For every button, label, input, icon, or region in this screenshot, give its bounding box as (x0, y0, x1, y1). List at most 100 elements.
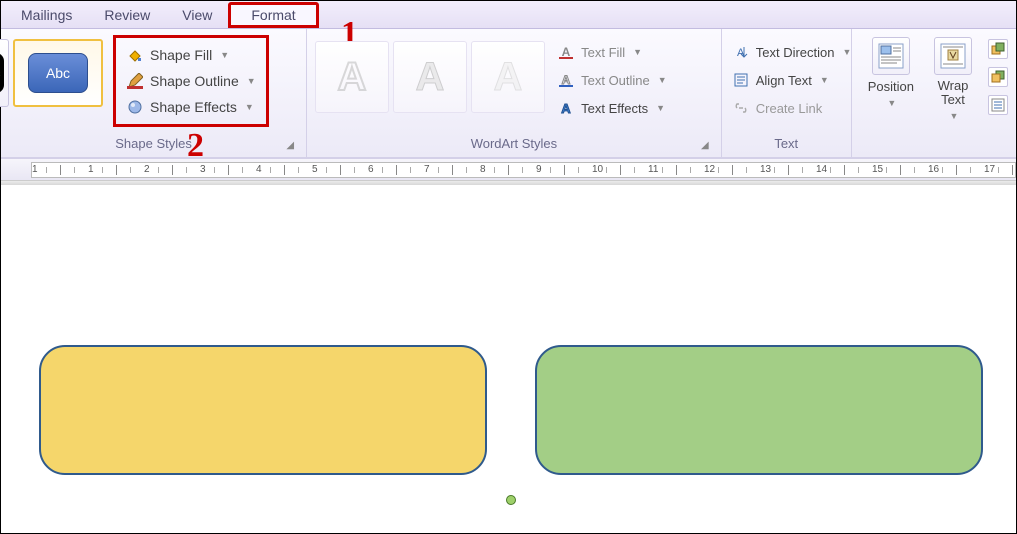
position-button[interactable]: Position ▼ (860, 35, 922, 111)
document-area[interactable] (1, 181, 1016, 533)
shape-fill-button[interactable]: Shape Fill ▼ (122, 42, 260, 68)
ruler-number: 6 (368, 163, 424, 177)
shape-style-thumb-2[interactable]: Abc (13, 39, 103, 107)
chevron-down-icon: ▼ (633, 47, 642, 57)
shape-green-rounded-rect[interactable] (535, 345, 983, 475)
ruler-number: 1 (32, 163, 88, 177)
shape-yellow-rounded-rect[interactable] (39, 345, 487, 475)
ruler-number: 17 (984, 163, 1016, 177)
shape-fill-label: Shape Fill (150, 47, 212, 63)
shape-outline-button[interactable]: Shape Outline ▼ (122, 68, 260, 94)
bucket-icon (126, 46, 144, 64)
wrap-text-label-1: Wrap (938, 78, 969, 93)
shape-effects-button[interactable]: Shape Effects ▼ (122, 94, 260, 120)
wordart-thumb-3[interactable]: A (471, 41, 545, 113)
text-effects-label: Text Effects (581, 101, 648, 116)
tab-bar: Mailings Review View Format (1, 1, 1016, 29)
text-fill-button[interactable]: A Text Fill ▼ (555, 39, 669, 65)
shape-style-thumb-1[interactable]: Abc (0, 39, 9, 107)
tab-format[interactable]: Format (228, 2, 318, 28)
page (1, 185, 1016, 533)
send-backward-icon[interactable] (988, 67, 1008, 87)
ruler-number: 14 (816, 163, 872, 177)
chevron-down-icon: ▼ (950, 111, 959, 121)
text-fill-label: Text Fill (581, 45, 625, 60)
chevron-down-icon: ▼ (820, 75, 829, 85)
tab-review[interactable]: Review (88, 3, 166, 27)
create-link-button[interactable]: Create Link (730, 95, 854, 121)
ruler-number: 8 (480, 163, 536, 177)
align-text-button[interactable]: Align Text ▼ (730, 67, 854, 93)
dialog-launcher-icon[interactable]: ◢ (286, 140, 294, 151)
ruler-number: 7 (424, 163, 480, 177)
ruler-number: 3 (200, 163, 256, 177)
chevron-down-icon: ▼ (245, 102, 254, 112)
ruler-number: 1 (88, 163, 144, 177)
wrap-text-button[interactable]: Wrap Text ▼ (926, 35, 980, 124)
svg-text:A: A (416, 55, 445, 99)
dialog-launcher-icon[interactable]: ◢ (701, 140, 709, 151)
ruler-number: 12 (704, 163, 760, 177)
ruler-number: 16 (928, 163, 984, 177)
create-link-label: Create Link (756, 101, 822, 116)
ruler-number: 10 (592, 163, 648, 177)
ruler-number: 15 (872, 163, 928, 177)
svg-text:A: A (562, 73, 571, 87)
ruler-number: 2 (144, 163, 200, 177)
tab-mailings[interactable]: Mailings (5, 3, 88, 27)
text-direction-label: Text Direction (756, 45, 835, 60)
chevron-down-icon: ▼ (656, 103, 665, 113)
shape-outline-label: Shape Outline (150, 73, 239, 89)
ruler-number: 4 (256, 163, 312, 177)
group-label-shape-styles: Shape Styles ◢ (9, 134, 298, 155)
ruler-number: 9 (536, 163, 592, 177)
text-fill-icon: A (557, 43, 575, 61)
horizontal-ruler[interactable]: 11234567891011121314151617 // defer rule… (1, 159, 1016, 181)
chevron-down-icon: ▼ (658, 75, 667, 85)
arrange-small-buttons (984, 35, 1008, 115)
wordart-thumb-1[interactable]: A (315, 41, 389, 113)
text-effects-icon: A (557, 99, 575, 117)
chevron-down-icon: ▼ (843, 47, 852, 57)
ruler-track: 11234567891011121314151617 (31, 162, 1016, 178)
align-text-icon (732, 71, 750, 89)
wordart-thumb-2[interactable]: A (393, 41, 467, 113)
text-outline-button[interactable]: A Text Outline ▼ (555, 67, 669, 93)
group-shape-styles: Abc Abc Shape Fill ▼ S (1, 29, 307, 157)
align-text-label: Align Text (756, 73, 812, 88)
text-direction-icon: A (732, 43, 750, 61)
shape-buttons-highlight: Shape Fill ▼ Shape Outline ▼ Shape Effec… (113, 35, 269, 127)
chevron-down-icon: ▼ (220, 50, 229, 60)
position-label: Position (868, 79, 914, 94)
group-arrange: Position ▼ Wrap Text ▼ (852, 29, 1016, 157)
svg-text:A: A (338, 55, 367, 99)
link-icon (732, 99, 750, 117)
text-outline-icon: A (557, 71, 575, 89)
ruler-number: 13 (760, 163, 816, 177)
effects-icon (126, 98, 144, 116)
text-outline-label: Text Outline (581, 73, 650, 88)
group-wordart-styles: A A A A Text Fill ▼ (307, 29, 722, 157)
position-icon (872, 37, 910, 75)
chevron-down-icon: ▼ (247, 76, 256, 86)
chevron-down-icon: ▼ (887, 98, 896, 108)
ruler-number: 5 (312, 163, 368, 177)
wrap-text-label-2: Text (941, 92, 965, 107)
svg-text:A: A (494, 55, 523, 99)
bring-forward-icon[interactable] (988, 39, 1008, 59)
ruler-number: 11 (648, 163, 704, 177)
svg-text:A: A (562, 45, 571, 59)
shape-effects-label: Shape Effects (150, 99, 237, 115)
tab-view[interactable]: View (166, 3, 228, 27)
svg-text:A: A (561, 101, 571, 116)
group-label-text: Text (730, 134, 843, 155)
text-effects-button[interactable]: A Text Effects ▼ (555, 95, 669, 121)
ribbon: 1 2 Abc Abc Shape Fill ▼ (1, 29, 1016, 159)
group-text: A Text Direction ▼ Align Text ▼ C (722, 29, 852, 157)
group-label-wordart: WordArt Styles ◢ (315, 134, 713, 155)
selection-pane-icon[interactable] (988, 95, 1008, 115)
pencil-icon (126, 72, 144, 90)
text-direction-button[interactable]: A Text Direction ▼ (730, 39, 854, 65)
wrap-text-icon (934, 37, 972, 75)
rotation-handle[interactable] (506, 495, 516, 505)
